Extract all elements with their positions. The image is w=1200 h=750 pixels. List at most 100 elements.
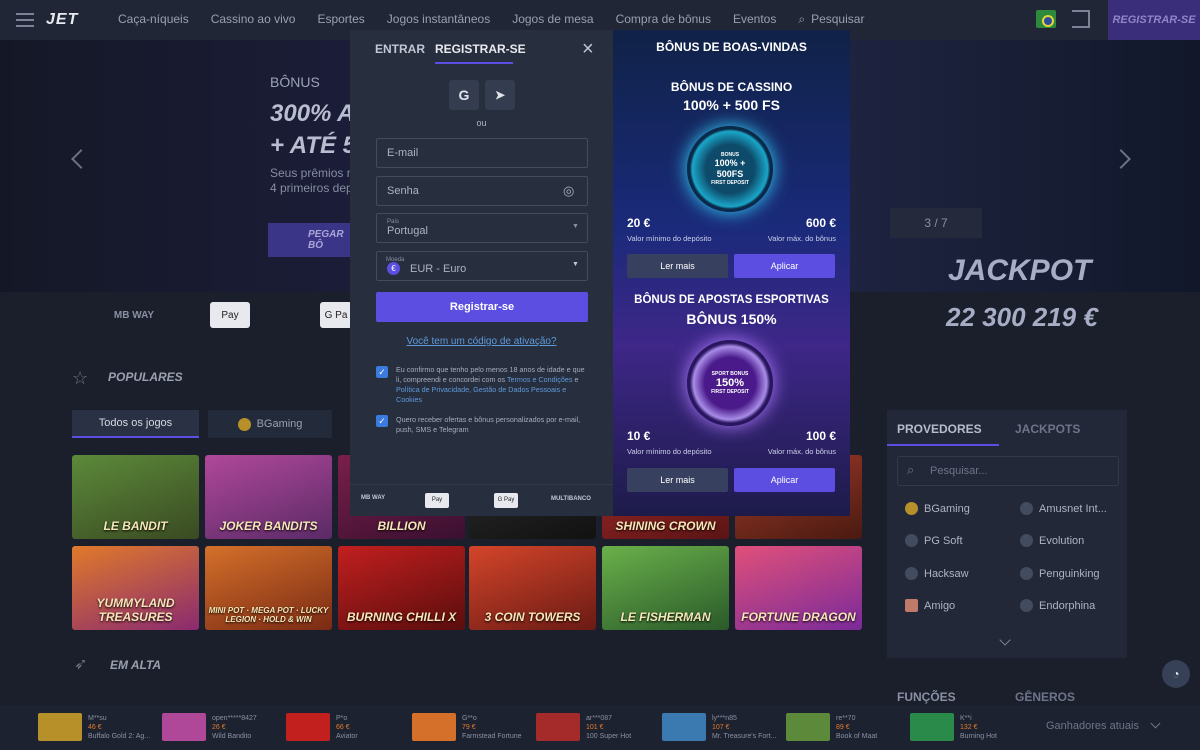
ticker-game: 100 Super Hot: [586, 732, 632, 740]
ticker-amount: 66 €: [336, 723, 350, 731]
or-divider: ou: [476, 118, 487, 128]
hero-cta-button[interactable]: PEGAR BÔ: [268, 223, 358, 257]
provider-pgsoft[interactable]: PG Soft: [905, 534, 963, 547]
bonus-panel-title: BÔNUS DE BOAS-VINDAS: [656, 40, 807, 54]
nav-slots[interactable]: Caça-níqueis: [118, 12, 189, 27]
game-tile[interactable]: JOKER BANDITS: [205, 455, 332, 539]
age-terms-text: Eu confirmo que tenho pelo menos 18 anos…: [396, 365, 590, 405]
tab-jackpots[interactable]: JACKPOTS: [1015, 422, 1080, 436]
close-icon[interactable]: ×: [582, 38, 594, 61]
provider-amusnet[interactable]: Amusnet Int...: [1020, 502, 1107, 515]
ticker-text: ar***087 101 €100 Super Hot: [586, 714, 666, 741]
register-submit-button[interactable]: Registrar-se: [376, 292, 588, 322]
ticker-item[interactable]: G**o 79 € Farmstead Fortune: [412, 711, 542, 743]
show-password-icon[interactable]: ◎: [563, 183, 574, 199]
provider-search-input[interactable]: Pesquisar...: [897, 456, 1119, 486]
game-tile[interactable]: YUMMYLAND TREASURES: [72, 546, 199, 630]
evolution-icon: [1020, 534, 1033, 547]
tab-bgaming[interactable]: BGaming: [208, 410, 332, 438]
ticker-text: K**i 132 € Burning Hot: [960, 714, 1040, 741]
hero-headline: 300% A + ATÉ 5: [270, 98, 356, 162]
privacy-link[interactable]: Política de Privacidade, Gestão de Dados…: [396, 385, 566, 404]
googlepay-logo: G Pa: [320, 302, 352, 328]
ticker-amount: 26 €: [212, 723, 226, 731]
activation-code-link[interactable]: Você tem um código de ativação?: [350, 336, 613, 347]
ticker-label[interactable]: Ganhadores atuais: [1046, 720, 1139, 732]
nav-sports[interactable]: Esportes: [317, 12, 364, 27]
provider-hacksaw[interactable]: Hacksaw: [905, 567, 969, 580]
tab-register[interactable]: REGISTRAR-SE: [435, 42, 526, 56]
ticker-item[interactable]: ly***n85 107 € Mr. Treasure's Fort...: [662, 711, 792, 743]
game-tile[interactable]: BURNING CHILLI X: [338, 546, 465, 630]
ticker-item[interactable]: M**su 46 € Buffalo Gold 2: Ag...: [38, 711, 168, 743]
game-tile[interactable]: LE FISHERMAN: [602, 546, 729, 630]
welcome-bonus-panel: BÔNUS DE BOAS-VINDAS BÔNUS DE CASSINO 10…: [613, 30, 850, 516]
tab-all-games[interactable]: Todos os jogos: [72, 410, 199, 438]
country-select[interactable]: País Portugal: [376, 213, 588, 243]
header-register-button[interactable]: REGISTRAR-SE: [1108, 0, 1200, 40]
menu-icon[interactable]: [16, 13, 34, 27]
google-signin-button[interactable]: G: [449, 80, 479, 110]
support-chat-icon[interactable]: ◔: [1162, 660, 1190, 688]
casino-read-more-button[interactable]: Ler mais: [627, 254, 728, 278]
password-field[interactable]: Senha: [376, 176, 588, 206]
tab-login[interactable]: ENTRAR: [375, 42, 425, 56]
marketing-checkbox[interactable]: ✓: [376, 415, 388, 427]
chevron-down-icon[interactable]: [1150, 718, 1161, 729]
login-icon[interactable]: [1072, 10, 1090, 28]
ticker-item[interactable]: re**70 89 € Book of Maat: [786, 711, 916, 743]
terms-link[interactable]: Termos e Condições: [507, 375, 573, 384]
provider-amigo[interactable]: Amigo: [905, 599, 955, 612]
carousel-prev-icon[interactable]: [71, 149, 91, 169]
googlepay-logo: G Pay: [494, 493, 518, 508]
provider-label: Endorphina: [1039, 599, 1096, 612]
nav-events[interactable]: Eventos: [733, 12, 776, 27]
functions-panel-title[interactable]: FUNÇÕES: [897, 690, 956, 704]
provider-endorphina[interactable]: Endorphina: [1020, 599, 1095, 612]
search-icon: ⌕: [798, 12, 806, 26]
provider-label: BGaming: [924, 502, 970, 515]
ticker-item[interactable]: open*****8427 26 € Wild Bandito: [162, 711, 292, 743]
nav-bonus-buy[interactable]: Compra de bônus: [616, 12, 711, 27]
email-field[interactable]: E-mail: [376, 138, 588, 168]
ticker-text: P*o 66 € Aviator: [336, 714, 416, 741]
game-tile[interactable]: 3 COIN TOWERS: [469, 546, 596, 630]
ticker-item[interactable]: ar***087 101 €100 Super Hot: [536, 711, 666, 743]
expand-chevron-icon[interactable]: [999, 634, 1011, 646]
sport-apply-button[interactable]: Aplicar: [734, 468, 835, 492]
ticker-game: Buffalo Gold 2: Ag...: [88, 732, 151, 740]
sport-read-more-button[interactable]: Ler mais: [627, 468, 728, 492]
provider-label: Amigo: [924, 599, 956, 612]
game-thumbnail: [412, 713, 456, 741]
hero-label: BÔNUS: [270, 74, 320, 90]
nav-table-games[interactable]: Jogos de mesa: [512, 12, 593, 27]
provider-penguinking[interactable]: Penguinking: [1020, 567, 1100, 580]
carousel-pager: 3 / 7: [890, 208, 982, 238]
ticker-item[interactable]: K**i 132 € Burning Hot: [910, 711, 1040, 743]
nav-search[interactable]: ⌕ Pesquisar: [798, 12, 886, 27]
carousel-next-icon[interactable]: [1111, 149, 1131, 169]
hacksaw-icon: [905, 567, 918, 580]
euro-icon: €: [387, 262, 400, 275]
casino-apply-button[interactable]: Aplicar: [734, 254, 835, 278]
casino-bonus-badge: BONUS 100% + 500FS FIRST DEPOSIT: [687, 126, 773, 212]
age-terms-checkbox[interactable]: ✓: [376, 366, 388, 378]
nav-live-casino[interactable]: Cassino ao vivo: [211, 12, 296, 27]
casino-min-deposit: 20 €: [627, 216, 651, 230]
tab-providers[interactable]: PROVEDORES: [897, 422, 982, 436]
game-tile[interactable]: FORTUNE DRAGON: [735, 546, 862, 630]
site-logo[interactable]: JET: [46, 11, 78, 29]
game-tile[interactable]: LE BANDIT: [72, 455, 199, 539]
genres-panel-title[interactable]: GÊNEROS: [1015, 690, 1075, 704]
telegram-signin-button[interactable]: ➤: [485, 80, 515, 110]
game-tile[interactable]: MINI POT · MEGA POT · LUCKY LEGION · HOL…: [205, 546, 332, 630]
nav-instant-games[interactable]: Jogos instantâneos: [387, 12, 490, 27]
ticker-item[interactable]: P*o 66 € Aviator: [286, 711, 416, 743]
provider-evolution[interactable]: Evolution: [1020, 534, 1084, 547]
currency-select[interactable]: Moeda EUR - Euro: [376, 251, 588, 281]
game-thumbnail: [162, 713, 206, 741]
provider-bgaming[interactable]: BGaming: [905, 502, 970, 515]
language-flag-icon[interactable]: [1036, 10, 1056, 28]
sport-max-bonus: 100 €: [805, 429, 836, 443]
ticker-text: open*****8427 26 € Wild Bandito: [212, 714, 292, 741]
